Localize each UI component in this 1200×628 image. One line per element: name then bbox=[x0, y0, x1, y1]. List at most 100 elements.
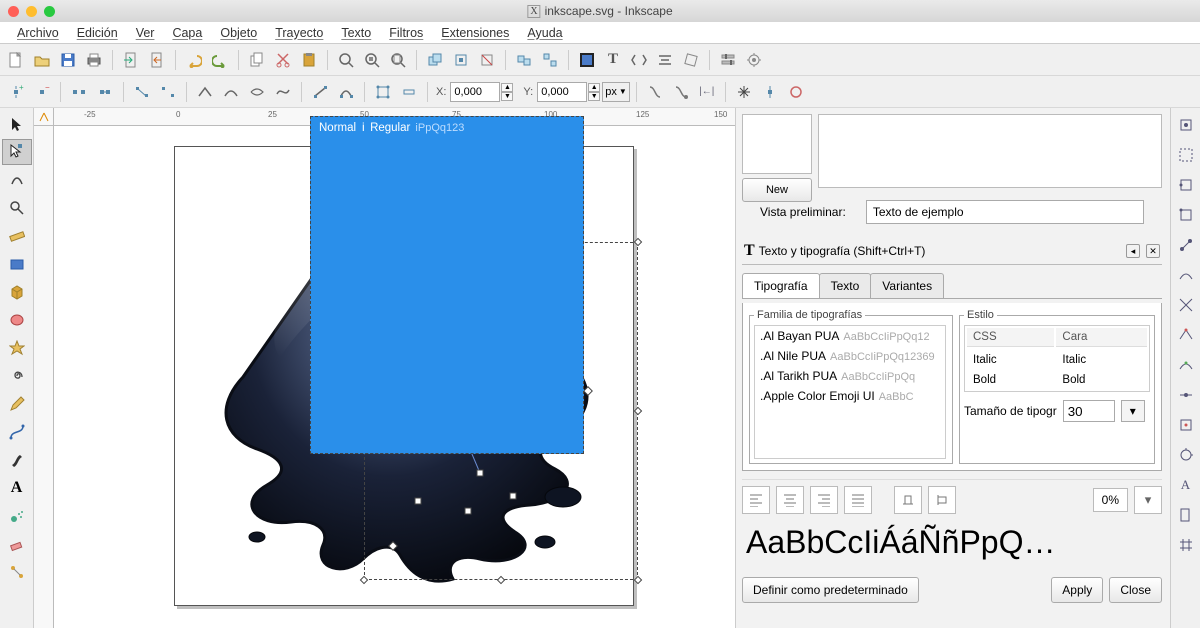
export-icon[interactable] bbox=[145, 48, 169, 72]
font-item[interactable]: .Apple Color Emoji UIAaBbC bbox=[755, 386, 945, 406]
tweak-tool[interactable] bbox=[2, 167, 32, 193]
zoom-fit-icon[interactable] bbox=[334, 48, 358, 72]
undo-icon[interactable] bbox=[182, 48, 206, 72]
align-left-icon[interactable] bbox=[742, 486, 770, 514]
style-row[interactable]: ItalicItalic bbox=[967, 351, 1147, 369]
close-window-icon[interactable] bbox=[8, 6, 19, 17]
join-node-icon[interactable] bbox=[93, 80, 117, 104]
snap-grid-icon[interactable] bbox=[1175, 534, 1197, 556]
3dbox-tool[interactable] bbox=[2, 279, 32, 305]
apply-button[interactable]: Apply bbox=[1051, 577, 1103, 603]
unit-select[interactable]: px ▼ bbox=[602, 82, 630, 102]
font-size-dropdown[interactable]: ▾ bbox=[1121, 400, 1145, 422]
spray-tool[interactable] bbox=[2, 503, 32, 529]
import-icon[interactable] bbox=[119, 48, 143, 72]
menu-edit[interactable]: Edición bbox=[68, 26, 127, 40]
edit-clip-icon[interactable] bbox=[643, 80, 667, 104]
group-icon[interactable] bbox=[512, 48, 536, 72]
new-doc-icon[interactable] bbox=[4, 48, 28, 72]
snap-path-icon[interactable] bbox=[1175, 264, 1197, 286]
menu-file[interactable]: Archivo bbox=[8, 26, 68, 40]
copy-icon[interactable] bbox=[245, 48, 269, 72]
swatch-list[interactable] bbox=[818, 114, 1162, 188]
prefs-icon[interactable] bbox=[716, 48, 740, 72]
minimize-window-icon[interactable] bbox=[26, 6, 37, 17]
snap-enable-icon[interactable] bbox=[1175, 114, 1197, 136]
node-tool[interactable] bbox=[2, 139, 32, 165]
next-path-effect-icon[interactable]: |←| bbox=[695, 80, 719, 104]
bezier-tool[interactable] bbox=[2, 419, 32, 445]
unlink-clone-icon[interactable] bbox=[475, 48, 499, 72]
y-coord-down[interactable]: ▼ bbox=[588, 92, 600, 101]
tab-tipografia[interactable]: Tipografía bbox=[742, 273, 820, 298]
style-table[interactable]: CSSCara NormalRegular ItalicItalic BoldB… bbox=[964, 325, 1150, 392]
eraser-tool[interactable] bbox=[2, 531, 32, 557]
delete-segment-icon[interactable] bbox=[156, 80, 180, 104]
doc-props-icon[interactable] bbox=[742, 48, 766, 72]
panel-close-icon[interactable]: ✕ bbox=[1146, 244, 1160, 258]
text-tool[interactable]: A bbox=[2, 475, 32, 501]
y-coord-input[interactable] bbox=[537, 82, 587, 102]
segment-line-icon[interactable] bbox=[308, 80, 332, 104]
print-icon[interactable] bbox=[82, 48, 106, 72]
calligraphy-tool[interactable] bbox=[2, 447, 32, 473]
measure-tool[interactable] bbox=[2, 223, 32, 249]
x-coord-up[interactable]: ▲ bbox=[501, 83, 513, 92]
ungroup-icon[interactable] bbox=[538, 48, 562, 72]
menu-help[interactable]: Ayuda bbox=[518, 26, 571, 40]
snap-midpoint-icon[interactable] bbox=[1175, 384, 1197, 406]
object-to-path-icon[interactable] bbox=[371, 80, 395, 104]
save-icon[interactable] bbox=[56, 48, 80, 72]
snap-page-icon[interactable] bbox=[1175, 504, 1197, 526]
panel-minimize-icon[interactable]: ◂ bbox=[1126, 244, 1140, 258]
pencil-tool[interactable] bbox=[2, 391, 32, 417]
stroke-to-path-icon[interactable] bbox=[397, 80, 421, 104]
show-transform-handles-icon[interactable] bbox=[732, 80, 756, 104]
snap-cusp-icon[interactable] bbox=[1175, 324, 1197, 346]
show-outline-icon[interactable] bbox=[784, 80, 808, 104]
node-symmetric-icon[interactable] bbox=[245, 80, 269, 104]
node-cusp-icon[interactable] bbox=[193, 80, 217, 104]
tab-texto[interactable]: Texto bbox=[819, 273, 872, 298]
font-item[interactable]: .Al Nile PUAAaBbCcIiPpQq12369 bbox=[755, 346, 945, 366]
paste-icon[interactable] bbox=[297, 48, 321, 72]
menu-text[interactable]: Texto bbox=[332, 26, 380, 40]
align-center-icon[interactable] bbox=[776, 486, 804, 514]
tab-variantes[interactable]: Variantes bbox=[870, 273, 944, 298]
text-vertical-icon[interactable] bbox=[928, 486, 956, 514]
snap-bbox-corner-icon[interactable] bbox=[1175, 204, 1197, 226]
star-tool[interactable] bbox=[2, 335, 32, 361]
break-node-icon[interactable] bbox=[67, 80, 91, 104]
circle-tool[interactable] bbox=[2, 307, 32, 333]
y-coord-up[interactable]: ▲ bbox=[588, 83, 600, 92]
duplicate-icon[interactable] bbox=[423, 48, 447, 72]
snap-center-icon[interactable] bbox=[1175, 414, 1197, 436]
snap-bbox-icon[interactable] bbox=[1175, 144, 1197, 166]
zoom-drawing-icon[interactable] bbox=[360, 48, 384, 72]
delete-node-icon[interactable]: − bbox=[30, 80, 54, 104]
text-dialog-icon[interactable]: T bbox=[601, 48, 625, 72]
open-icon[interactable] bbox=[30, 48, 54, 72]
snap-smooth-icon[interactable] bbox=[1175, 354, 1197, 376]
font-family-list[interactable]: sans-serifAaBbCcIiPpQq123 .Al Bayan PUAA… bbox=[754, 325, 946, 459]
x-coord-input[interactable] bbox=[450, 82, 500, 102]
rect-tool[interactable] bbox=[2, 251, 32, 277]
cut-icon[interactable] bbox=[271, 48, 295, 72]
line-spacing-dropdown[interactable]: ▾ bbox=[1134, 486, 1162, 514]
text-horizontal-icon[interactable] bbox=[894, 486, 922, 514]
set-default-button[interactable]: Definir como predeterminado bbox=[742, 577, 919, 603]
show-handles-icon[interactable] bbox=[758, 80, 782, 104]
menu-extensions[interactable]: Extensiones bbox=[432, 26, 518, 40]
font-item[interactable]: .Al Bayan PUAAaBbCcIiPpQq12 bbox=[755, 326, 945, 346]
insert-node-icon[interactable]: + bbox=[4, 80, 28, 104]
font-size-input[interactable] bbox=[1063, 400, 1115, 422]
fill-stroke-icon[interactable] bbox=[575, 48, 599, 72]
menu-object[interactable]: Objeto bbox=[211, 26, 266, 40]
snap-nodes-icon[interactable] bbox=[1175, 234, 1197, 256]
zoom-tool[interactable] bbox=[2, 195, 32, 221]
edit-mask-icon[interactable] bbox=[669, 80, 693, 104]
xml-editor-icon[interactable] bbox=[627, 48, 651, 72]
snap-intersection-icon[interactable] bbox=[1175, 294, 1197, 316]
preview-text-input[interactable] bbox=[866, 200, 1144, 224]
snap-bbox-edge-icon[interactable] bbox=[1175, 174, 1197, 196]
